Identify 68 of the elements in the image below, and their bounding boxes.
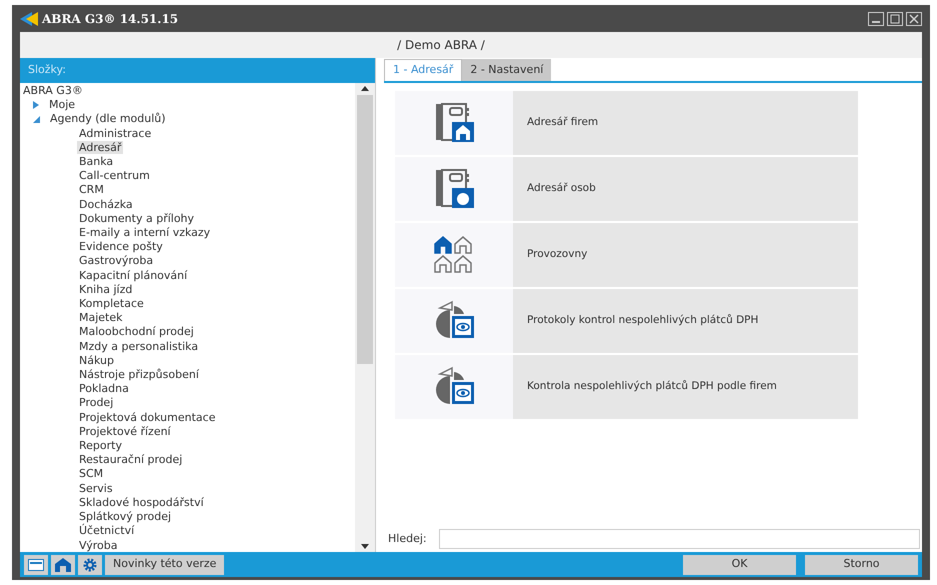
tree-item[interactable]: SCM [77, 467, 106, 480]
window-title: ABRA G3® 14.51.15 [42, 10, 178, 28]
news-button[interactable]: Novinky této verze [105, 554, 224, 574]
tree-item[interactable]: Majetek [77, 311, 125, 324]
tile-label: Kontrola nespolehlivých plátců DPH podle firem [527, 379, 777, 394]
tree-item[interactable]: Dokumenty a přílohy [77, 212, 196, 225]
scroll-down-icon[interactable] [361, 544, 369, 549]
agenda-tile[interactable]: Protokoly kontrol nespolehlivých plátců DPH [395, 289, 858, 353]
tree-item[interactable]: Gastrovýroba [77, 254, 156, 268]
tree-item[interactable]: Call-centrum [77, 169, 152, 182]
tree-item[interactable]: Kniha jízd [77, 282, 134, 296]
scrollbar-thumb[interactable] [357, 95, 373, 364]
tree-item[interactable]: Kompletace [77, 297, 146, 310]
tree-item[interactable]: Nástroje přizpůsobení [77, 368, 201, 382]
tree-item[interactable]: Adresář [77, 140, 124, 154]
dialog-button[interactable]: Storno [805, 554, 918, 574]
collapsed-arrow-icon[interactable] [33, 101, 39, 110]
tree-item[interactable]: Účetnictví [77, 524, 136, 538]
tree-item[interactable]: Evidence pošty [77, 240, 165, 254]
tab[interactable]: 2 - Nastavení [462, 59, 552, 81]
settings-icon [83, 558, 97, 572]
tree-item[interactable]: Docházka [77, 198, 135, 211]
tree-item[interactable]: Splátkový prodej [77, 510, 174, 524]
tile-label: Provozovny [527, 247, 588, 262]
tree-item[interactable]: Kapacitní plánování [77, 268, 190, 282]
tree-item[interactable]: Mzdy a personalistika [77, 340, 200, 353]
tree-item[interactable]: CRM [77, 183, 106, 196]
folders-title: Složky: [28, 62, 66, 78]
scrollbar[interactable] [355, 83, 375, 552]
tree-item[interactable]: ABRA G3® [23, 84, 355, 98]
tree-item[interactable]: Prodej [77, 396, 116, 410]
tree-item[interactable]: Pokladna [77, 382, 131, 396]
app-logo-icon [20, 12, 38, 26]
expanded-arrow-icon[interactable] [33, 116, 40, 123]
agenda-tile[interactable]: Provozovny [395, 223, 858, 287]
tree-item[interactable]: Výroba [77, 538, 120, 552]
settings-button[interactable] [78, 554, 102, 574]
agenda-tile[interactable]: Kontrola nespolehlivých plátců DPH podle firem [395, 355, 858, 419]
tree-item[interactable]: Projektové řízení [77, 424, 173, 438]
tree-item[interactable]: Administrace [77, 126, 154, 140]
tree-item[interactable]: Projektová dokumentace [77, 410, 218, 424]
scroll-up-icon[interactable] [361, 86, 369, 91]
agenda-tile[interactable]: Adresář firem [395, 91, 858, 155]
minimize-icon[interactable] [868, 12, 884, 26]
tree-item[interactable]: Reporty [77, 439, 124, 452]
tree-item[interactable]: Banka [77, 155, 116, 168]
house-icon [55, 558, 71, 572]
search-field[interactable] [438, 529, 920, 549]
window-list-icon [28, 558, 44, 570]
tile-label: Adresář osob [527, 181, 596, 196]
tile-label: Protokoly kontrol nespolehlivých plátců DPH [527, 313, 758, 328]
tile-label: Adresář firem [527, 115, 598, 130]
tree-item[interactable]: Agendy (dle modulů) [50, 112, 166, 127]
tree-item[interactable]: Servis [77, 482, 115, 495]
tree-item[interactable]: Maloobchodní prodej [77, 325, 196, 338]
dialog-button[interactable]: OK [683, 554, 796, 574]
maximize-icon[interactable] [887, 12, 903, 26]
tree-item[interactable]: Skladové hospodářství [77, 496, 206, 509]
tree-item[interactable]: Restaurační prodej [77, 453, 184, 466]
home-button[interactable] [51, 554, 75, 574]
database-name: / Demo ABRA / [397, 37, 486, 54]
search-label: Hledej: [387, 530, 427, 547]
tree-item[interactable]: Moje [49, 98, 76, 112]
tree-item[interactable]: Nákup [77, 354, 116, 367]
close-icon[interactable] [906, 12, 922, 26]
tree-item[interactable]: E-maily a interní vzkazy [77, 226, 212, 240]
window-list-button[interactable] [24, 554, 48, 574]
agenda-tile[interactable]: Adresář osob [395, 157, 858, 221]
